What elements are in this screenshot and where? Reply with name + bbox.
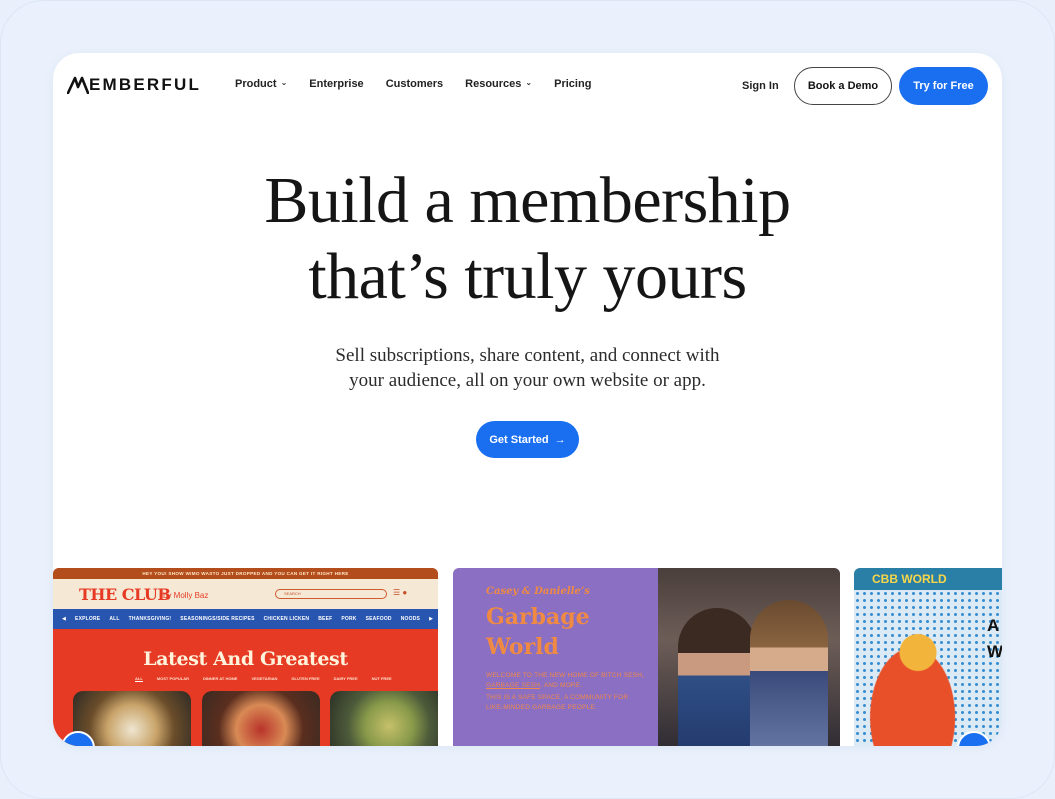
filter-tab: DINNER AT HOME	[203, 676, 238, 681]
title-line-1: Garbage	[486, 604, 590, 630]
site-header: THE CLUB by Molly Baz SEARCH ☰ ●	[53, 579, 438, 609]
hosts-photo	[658, 568, 840, 746]
logo-text: EMBERFUL	[89, 75, 202, 94]
hero-subtitle-line-2: your audience, all on your own website o…	[349, 370, 706, 391]
filter-tab: GLUTEN FREE	[291, 676, 320, 681]
garbage-sesh-link: GARBAGE SESH	[486, 681, 541, 689]
memberful-m-logo-icon	[67, 76, 89, 94]
category-bar: ◀ EXPLORE ALL THANKSGIVING! SEASONINGS/S…	[53, 609, 438, 629]
showcase-card-cbb-world[interactable]: CBB WORLD A W	[854, 568, 1002, 746]
nav-customers-label: Customers	[385, 78, 444, 90]
nav-enterprise[interactable]: Enterprise	[309, 78, 363, 90]
comic-illustration	[854, 590, 1002, 746]
hero-title-line-1: Build a membership	[264, 164, 791, 237]
cropped-letter: A	[987, 616, 1000, 635]
get-started-label: Get Started	[489, 433, 549, 446]
hero-subtitle: Sell subscriptions, share content, and c…	[53, 343, 1002, 393]
filter-tab: NUT FREE	[371, 676, 392, 681]
showcase-card-the-club[interactable]: HEY YOU! SHOW WIMO WASTO JUST DROPPED AN…	[53, 568, 438, 746]
nav-customers[interactable]: Customers	[386, 78, 443, 90]
try-for-free-button[interactable]: Try for Free	[899, 67, 988, 105]
category-item: ALL	[109, 616, 120, 622]
nav-resources-label: Resources	[465, 78, 522, 90]
welcome-text-part: WELCOME TO THE NEW HOME OF BITCH SESH,	[486, 672, 645, 679]
cbb-world-title: CBB WORLD	[854, 568, 1002, 590]
memberful-logo[interactable]: EMBERFUL	[67, 75, 201, 95]
cropped-heading: A W	[987, 613, 1002, 665]
showcase-card-garbage-world[interactable]: Casey & Danielle’s Garbage World WELCOME…	[453, 568, 840, 746]
nav-pricing[interactable]: Pricing	[554, 78, 591, 90]
host-figure	[750, 600, 828, 746]
nav-enterprise-label: Enterprise	[309, 78, 364, 90]
hero-subtitle-line-1: Sell subscriptions, share content, and c…	[335, 345, 720, 366]
category-item: CHICKEN LICKEN	[263, 616, 310, 622]
chevron-left-icon: ◀	[62, 616, 67, 622]
category-item: NOODS	[400, 616, 421, 622]
byline: by Molly Baz	[163, 591, 209, 600]
nav-links: Product ⌄ Enterprise Customers Resources…	[235, 78, 591, 90]
category-item: SEASONINGS/SIDE RECIPES	[180, 616, 255, 622]
book-demo-button[interactable]: Book a Demo	[794, 67, 892, 105]
nav-pricing-label: Pricing	[554, 78, 592, 90]
nav-resources[interactable]: Resources ⌄	[465, 78, 532, 90]
sign-in-link[interactable]: Sign In	[742, 80, 779, 92]
title-line-2: World	[486, 634, 559, 660]
category-item: SEAFOOD	[365, 616, 392, 622]
section-heading: Latest And Greatest	[143, 648, 348, 670]
browser-viewport: EMBERFUL Product ⌄ Enterprise Customers …	[53, 53, 1002, 746]
category-item: PORK	[341, 616, 357, 622]
the-club-logo: THE CLUB	[79, 585, 171, 604]
filter-tab: DAIRY FREE	[333, 676, 358, 681]
chevron-right-icon: ▶	[429, 616, 434, 622]
top-navigation: EMBERFUL Product ⌄ Enterprise Customers …	[53, 53, 1002, 119]
site-search-input: SEARCH	[275, 589, 387, 599]
nav-product-label: Product	[235, 78, 277, 90]
category-item: THANKSGIVING!	[128, 616, 172, 622]
menu-and-account-icons: ☰ ●	[393, 588, 408, 597]
filter-tab: MOST POPULAR	[156, 676, 190, 681]
category-item: BEEF	[318, 616, 333, 622]
community-paragraph: THIS IS A SAFE SPACE, A COMMUNITY FOR LI…	[486, 694, 629, 711]
hero-title-line-2: that’s truly yours	[308, 240, 747, 313]
filter-tab: VEGETARIAN	[251, 676, 278, 681]
host-figure	[678, 608, 756, 746]
arrow-right-icon: →	[554, 433, 566, 446]
chevron-down-icon: ⌄	[525, 78, 533, 87]
category-item: EXPLORE	[75, 616, 101, 622]
filter-tab: ALL	[135, 676, 143, 682]
nav-product[interactable]: Product ⌄	[235, 78, 287, 90]
motorcycle-rider-illustration	[864, 620, 972, 746]
welcome-paragraph: WELCOME TO THE NEW HOME OF BITCH SESH, G…	[486, 671, 646, 690]
cropped-letter: W	[987, 642, 1002, 661]
announcement-bar: HEY YOU! SHOW WIMO WASTO JUST DROPPED AN…	[53, 568, 438, 579]
recipe-photo	[202, 691, 320, 746]
garbage-world-title: Garbage World	[486, 602, 590, 662]
welcome-text-part: , AND MORE.	[540, 681, 583, 689]
script-heading: Casey & Danielle’s	[486, 586, 590, 597]
welcome-text: WELCOME TO THE NEW HOME OF BITCH SESH, G…	[486, 671, 646, 715]
recipe-filter-tabs: ALL MOST POPULAR DINNER AT HOME VEGETARI…	[135, 676, 392, 682]
chevron-down-icon: ⌄	[280, 78, 288, 87]
get-started-button[interactable]: Get Started →	[476, 421, 579, 458]
hero-title: Build a membership that’s truly yours	[53, 163, 1002, 315]
recipe-photo	[330, 691, 438, 746]
